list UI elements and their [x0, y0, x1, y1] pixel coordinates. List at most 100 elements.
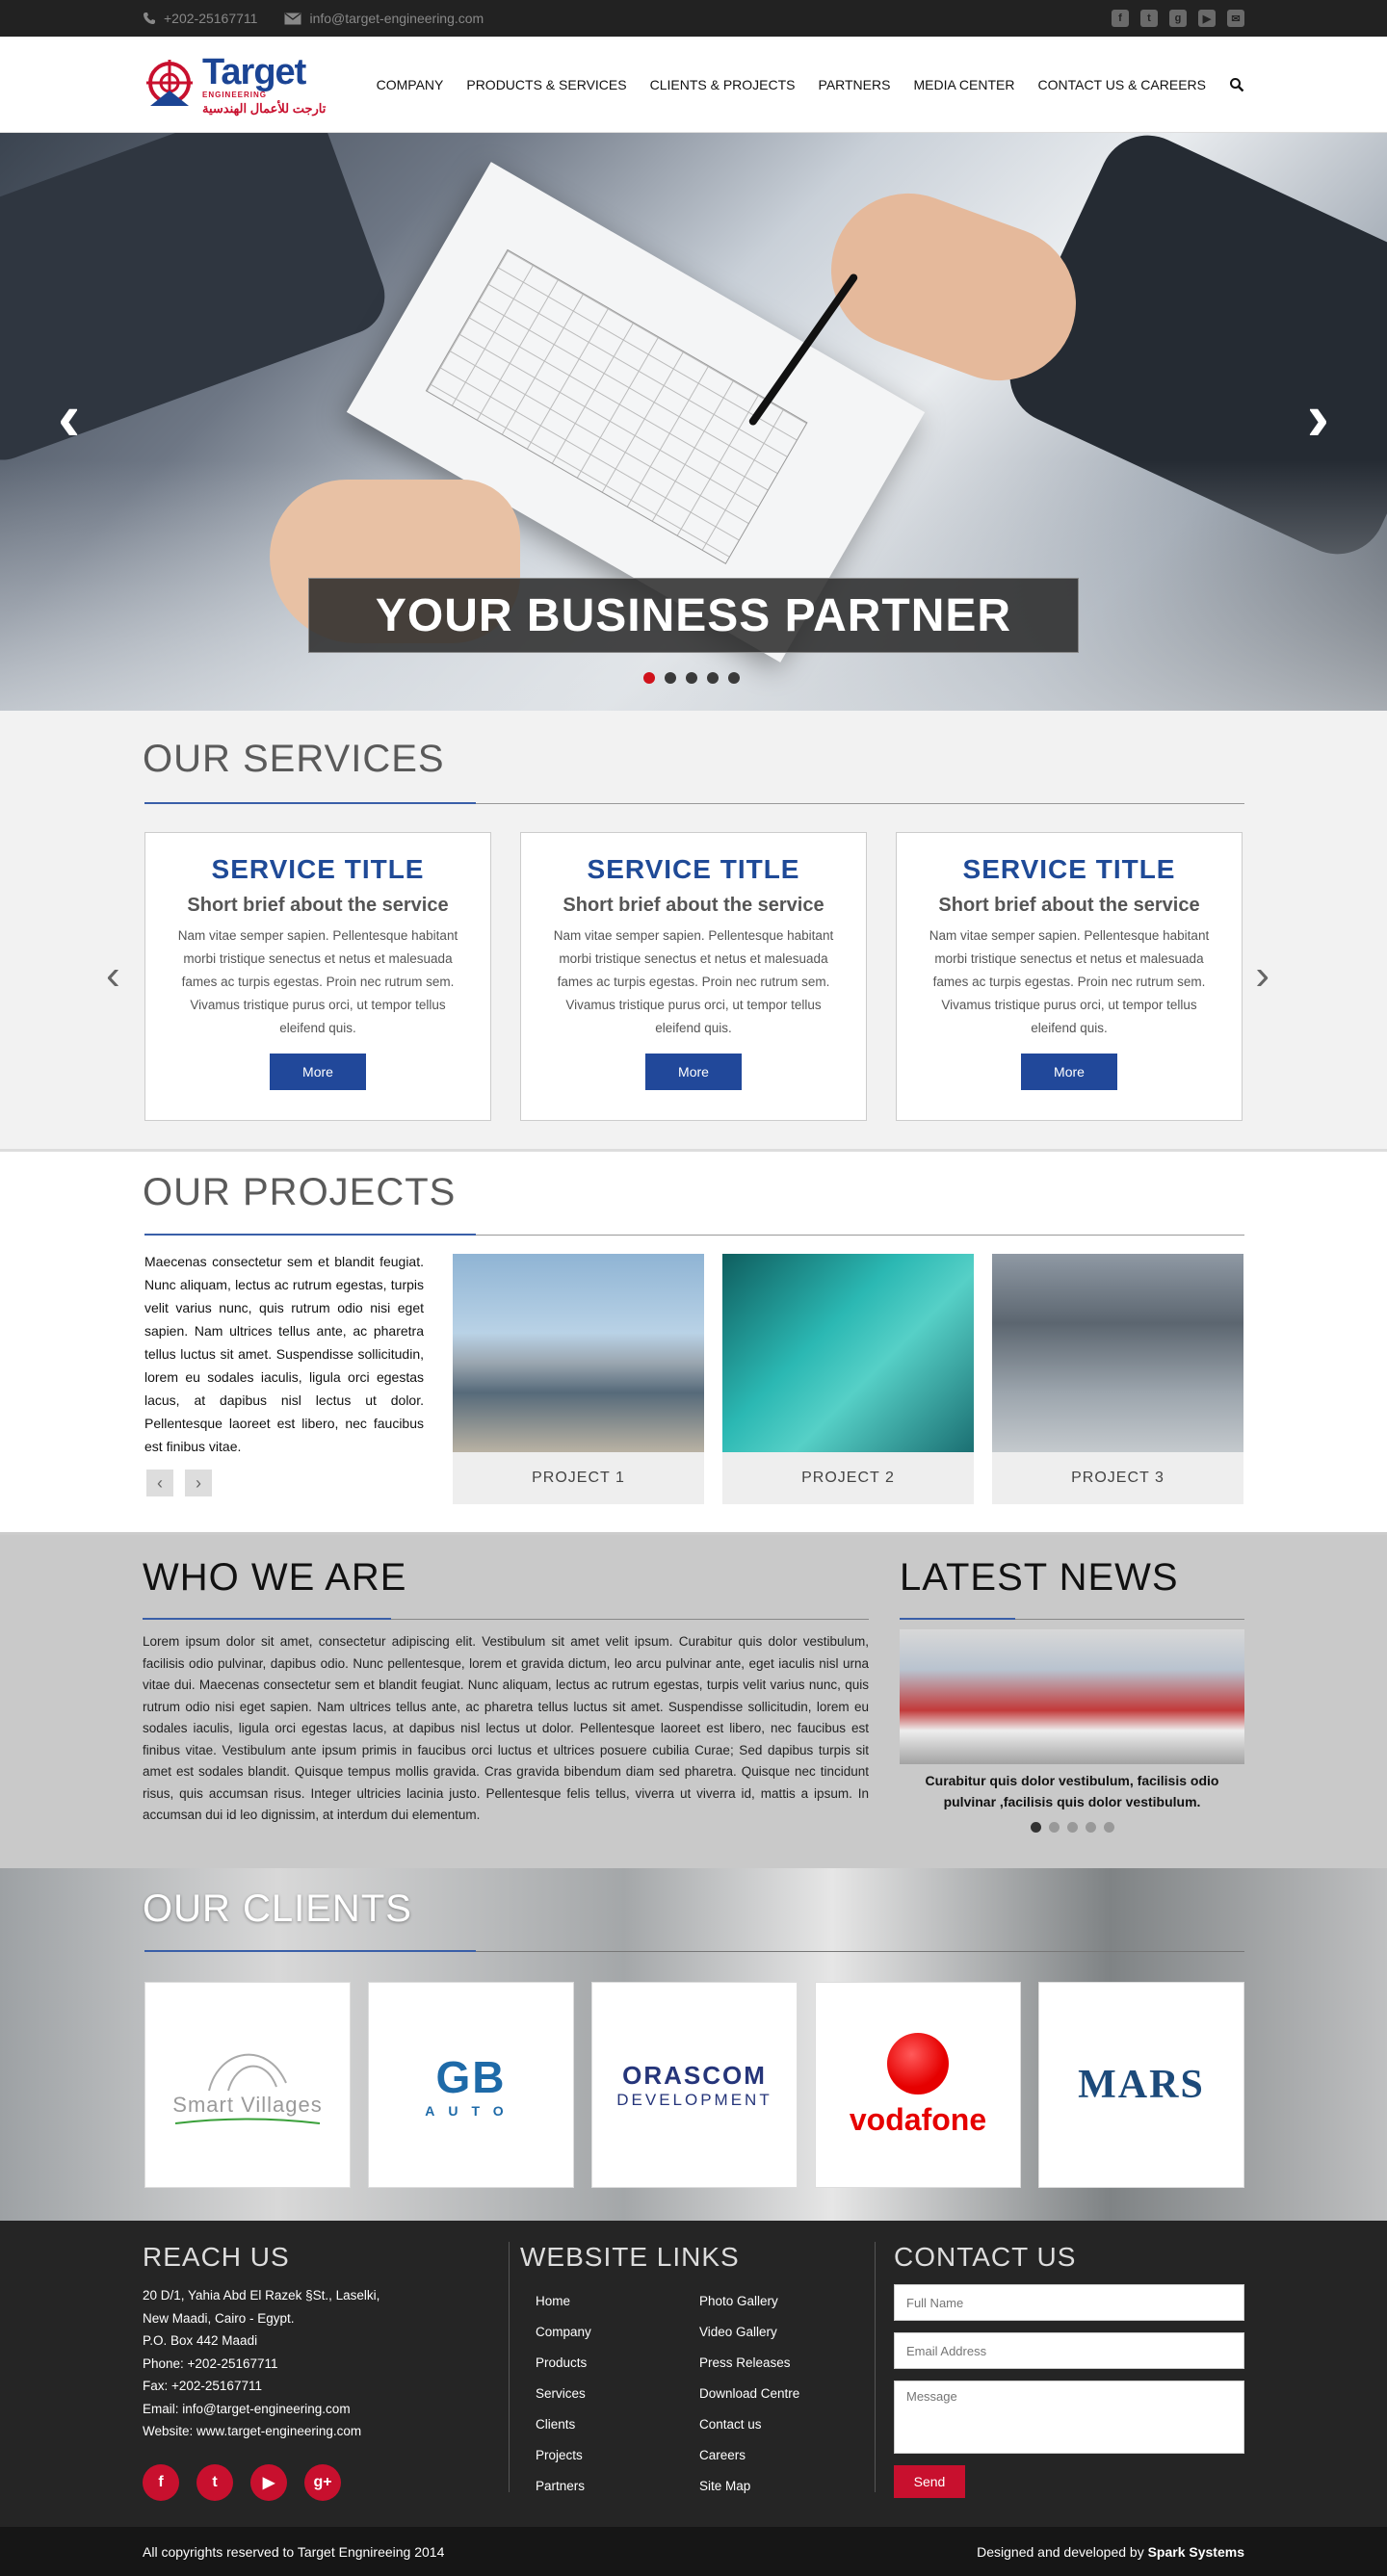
youtube-icon[interactable]: ▶ [1198, 10, 1216, 27]
footer-link-download-centre[interactable]: Download Centre [699, 2379, 863, 2409]
client-logo-gb-auto[interactable]: GB AUTO [368, 1982, 574, 2188]
client-logo-mars[interactable]: MARS [1038, 1982, 1244, 2188]
google-plus-icon[interactable]: g+ [304, 2463, 341, 2501]
project-image [992, 1254, 1243, 1452]
topbar-phone[interactable]: +202-25167711 [143, 11, 257, 26]
nav-clients-projects[interactable]: CLIENTS & PROJECTS [650, 77, 796, 92]
projects-prev-button[interactable]: ‹ [146, 1470, 173, 1496]
footer-social: f t ▶ g+ [143, 2463, 489, 2501]
project-card[interactable]: PROJECT 3 [992, 1254, 1243, 1504]
project-label: PROJECT 2 [801, 1470, 895, 1486]
target-logo-icon [146, 60, 193, 106]
clients-title: OUR CLIENTS [143, 1887, 412, 1930]
news-dot[interactable] [1030, 1822, 1041, 1833]
copyright-text: All copyrights reserved to Target Engnir… [143, 2543, 445, 2560]
news-dot[interactable] [1103, 1822, 1114, 1833]
news-dot[interactable] [1085, 1822, 1096, 1833]
services-prev-arrow[interactable]: ‹ [106, 951, 120, 1000]
credits-brand-link[interactable]: Spark Systems [1148, 2544, 1244, 2560]
project-card[interactable]: PROJECT 1 [453, 1254, 704, 1504]
footer-link-clients[interactable]: Clients [536, 2409, 699, 2440]
footer-divider [509, 2242, 510, 2492]
news-dot[interactable] [1066, 1822, 1078, 1833]
footer-link-careers[interactable]: Careers [699, 2440, 863, 2471]
services-carousel: SERVICE TITLE Short brief about the serv… [144, 832, 1243, 1121]
project-card[interactable]: PROJECT 2 [722, 1254, 974, 1504]
news-image[interactable] [900, 1629, 1244, 1764]
twitter-icon[interactable]: t [196, 2463, 233, 2501]
footer-link-services[interactable]: Services [536, 2379, 699, 2409]
client-name: ORASCOM [622, 2060, 767, 2090]
nav-company[interactable]: COMPANY [377, 77, 444, 92]
topbar-email[interactable]: info@target-engineering.com [284, 11, 484, 26]
service-brief: Short brief about the service [187, 895, 449, 916]
website-line[interactable]: Website: www.target-engineering.com [143, 2420, 489, 2443]
client-name: GB [435, 2052, 507, 2102]
services-next-arrow[interactable]: › [1255, 951, 1269, 1000]
service-title: SERVICE TITLE [211, 854, 425, 884]
facebook-icon[interactable]: f [1112, 10, 1129, 27]
nav-partners[interactable]: PARTNERS [819, 77, 891, 92]
facebook-icon[interactable]: f [143, 2463, 179, 2501]
smart-villages-swoosh-icon [175, 2118, 320, 2124]
service-more-button[interactable]: More [1021, 1054, 1117, 1090]
hero-next-arrow[interactable]: › [1307, 383, 1329, 451]
client-logo-smart-villages[interactable]: Smart Villages [144, 1982, 351, 2188]
credits: Designed and developed by Spark Systems [977, 2544, 1244, 2560]
footer-link-contact-us[interactable]: Contact us [699, 2409, 863, 2440]
address-line: 20 D/1, Yahia Abd El Razek §St., Laselki… [143, 2288, 380, 2303]
nav-products-services[interactable]: PRODUCTS & SERVICES [466, 77, 626, 92]
project-image [453, 1254, 704, 1452]
site-logo[interactable]: Target ENGINEERING تارجت للأعمال الهندسي… [143, 41, 354, 128]
services-section: OUR SERVICES ‹ SERVICE TITLE Short brief… [0, 711, 1387, 1152]
hero-dot[interactable] [643, 672, 655, 684]
email-field[interactable] [894, 2332, 1244, 2369]
services-title: OUR SERVICES [143, 738, 445, 780]
nav-media-center[interactable]: MEDIA CENTER [913, 77, 1014, 92]
footer-link-site-map[interactable]: Site Map [699, 2471, 863, 2502]
twitter-icon[interactable]: t [1140, 10, 1158, 27]
mail-icon[interactable]: ✉ [1227, 10, 1244, 27]
youtube-icon[interactable]: ▶ [250, 2463, 287, 2501]
footer-link-company[interactable]: Company [536, 2317, 699, 2348]
service-more-button[interactable]: More [645, 1054, 742, 1090]
hero-dot[interactable] [728, 672, 740, 684]
hero-dot[interactable] [707, 672, 719, 684]
about-news-section: WHO WE ARE Lorem ipsum dolor sit amet, c… [0, 1535, 1387, 1868]
nav-contact-careers[interactable]: CONTACT US & CAREERS [1037, 77, 1206, 92]
service-text: Nam vitae semper sapien. Pellentesque ha… [177, 928, 458, 1035]
clients-section: OUR CLIENTS Smart Villages GB AUTO ORASC… [0, 1868, 1387, 2221]
client-logo-vodafone[interactable]: vodafone [815, 1982, 1021, 2188]
service-text: Nam vitae semper sapien. Pellentesque ha… [553, 928, 834, 1035]
hero-caption: YOUR BUSINESS PARTNER [308, 578, 1079, 653]
hero-prev-arrow[interactable]: ‹ [58, 383, 80, 451]
client-logo-orascom[interactable]: ORASCOM DEVELOPMENT [591, 1982, 798, 2188]
google-plus-icon[interactable]: g [1169, 10, 1187, 27]
footer-link-products[interactable]: Products [536, 2348, 699, 2379]
footer-link-projects[interactable]: Projects [536, 2440, 699, 2471]
footer-link-partners[interactable]: Partners [536, 2471, 699, 2502]
news-dot[interactable] [1048, 1822, 1060, 1833]
hero-pagination [643, 672, 740, 684]
email-line[interactable]: Email: info@target-engineering.com [143, 2398, 489, 2421]
footer-link-press-releases[interactable]: Press Releases [699, 2348, 863, 2379]
search-icon[interactable] [1229, 77, 1244, 92]
service-more-button[interactable]: More [270, 1054, 366, 1090]
send-button[interactable]: Send [894, 2465, 965, 2498]
message-field[interactable] [894, 2381, 1244, 2454]
logo-wordmark: Target [202, 51, 306, 92]
footer-contact-title: CONTACT US [894, 2242, 1077, 2272]
projects-next-button[interactable]: › [185, 1470, 212, 1496]
projects-title: OUR PROJECTS [143, 1171, 457, 1213]
footer-link-photo-gallery[interactable]: Photo Gallery [699, 2286, 863, 2317]
full-name-field[interactable] [894, 2284, 1244, 2321]
footer-link-video-gallery[interactable]: Video Gallery [699, 2317, 863, 2348]
hero-dot[interactable] [665, 672, 676, 684]
project-label: PROJECT 1 [532, 1470, 625, 1486]
footer-link-home[interactable]: Home [536, 2286, 699, 2317]
client-name: MARS [1078, 2063, 1205, 2107]
latest-news: LATEST NEWS Curabitur quis dolor vestibu… [900, 1556, 1244, 1833]
hero-dot[interactable] [686, 672, 697, 684]
news-caption[interactable]: Curabitur quis dolor vestibulum, facilis… [900, 1770, 1244, 1812]
client-subname: AUTO [425, 2103, 517, 2119]
